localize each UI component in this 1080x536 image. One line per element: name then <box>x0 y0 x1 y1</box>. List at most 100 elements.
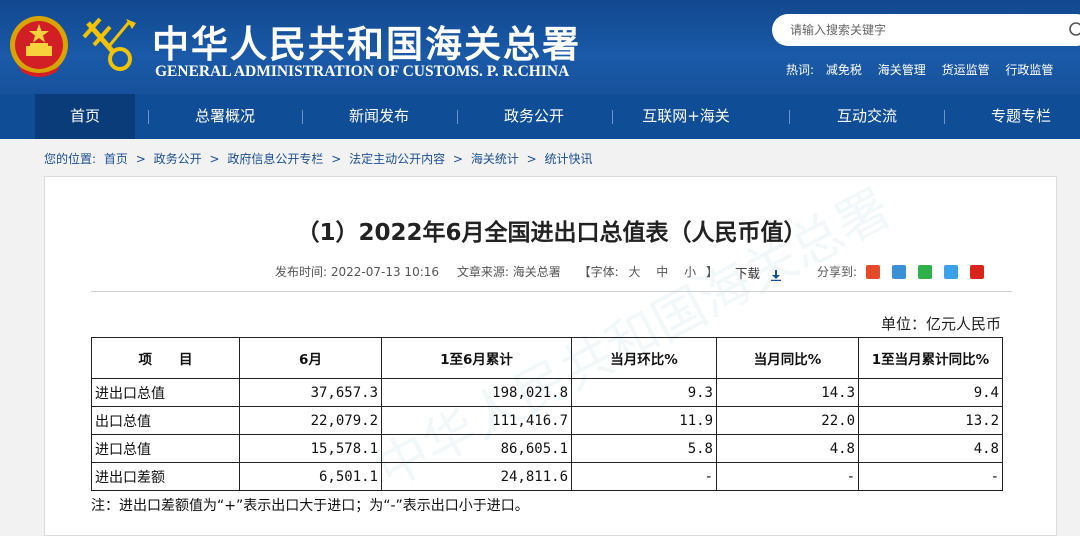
pdf-share-icon[interactable] <box>970 265 985 279</box>
table-cell: 111,416.7 <box>381 406 572 435</box>
nav-separator <box>302 110 303 124</box>
nav-separator <box>148 110 149 124</box>
site-header: 中华人民共和国海关总署 GENERAL ADMINISTRATION OF CU… <box>0 0 1080 94</box>
font-size-small[interactable]: 小 <box>684 265 696 279</box>
source-label: 文章来源: <box>456 265 509 279</box>
column-header: 当月同比% <box>716 337 859 379</box>
nav-separator <box>457 110 458 124</box>
table-row: 出口总值 22,079.2 111,416.7 11.9 22.0 13.2 <box>91 406 1003 435</box>
nav-separator <box>612 110 613 124</box>
nav-separator <box>789 110 790 124</box>
search-box <box>772 14 1080 46</box>
renren-share-icon[interactable] <box>944 265 959 279</box>
table-cell: - <box>716 462 859 491</box>
font-size-label: 【字体: <box>578 265 619 279</box>
nav-item-topics[interactable]: 专题专栏 <box>971 94 1071 139</box>
publish-time: 2022-07-13 10:16 <box>330 265 440 279</box>
main-nav: 首页 总署概况 新闻发布 政务公开 互联网+海关 互动交流 专题专栏 <box>0 94 1080 139</box>
breadcrumb-separator: > <box>209 152 220 166</box>
nav-item-interaction[interactable]: 互动交流 <box>817 94 917 139</box>
breadcrumb-item[interactable]: 政务公开 <box>154 152 202 166</box>
table-cell: 9.3 <box>571 378 717 407</box>
column-header: 项 目 <box>91 337 240 379</box>
customs-logo-icon <box>82 17 136 71</box>
table-cell: 37,657.3 <box>239 378 382 407</box>
breadcrumb-separator: > <box>526 152 537 166</box>
row-label: 进口总值 <box>91 434 240 463</box>
breadcrumb-separator: > <box>331 152 342 166</box>
table-cell: 22.0 <box>716 406 859 435</box>
column-header: 1至6月累计 <box>381 337 572 379</box>
download-button[interactable]: 下载 <box>735 263 782 282</box>
row-label: 出口总值 <box>91 406 240 435</box>
breadcrumb-item[interactable]: 首页 <box>104 152 128 166</box>
table-cell: 24,811.6 <box>381 462 572 491</box>
article-meta: 发布时间: 2022-07-13 10:16 文章来源: 海关总署 【字体: 大… <box>275 263 730 280</box>
font-size-control: 【字体: 大 中 小 】 <box>579 265 718 279</box>
hotword-link[interactable]: 海关管理 <box>878 63 926 77</box>
table-cell: 22,079.2 <box>239 406 382 435</box>
search-input[interactable] <box>790 21 1050 39</box>
qzone-share-icon[interactable] <box>892 265 907 279</box>
table-cell: 4.8 <box>716 434 859 463</box>
share-icons <box>866 264 991 283</box>
breadcrumb-item[interactable]: 法定主动公开内容 <box>349 152 445 166</box>
weibo-share-icon[interactable] <box>866 265 880 279</box>
wechat-share-icon[interactable] <box>918 265 933 279</box>
hotwords: 热词: 减免税 海关管理 货运监管 行政监管 <box>786 61 1065 78</box>
table-cell: 5.8 <box>571 434 717 463</box>
font-size-close: 】 <box>705 265 718 279</box>
nav-item-news[interactable]: 新闻发布 <box>329 94 429 139</box>
download-label: 下载 <box>735 266 761 281</box>
table-cell: 86,605.1 <box>381 434 572 463</box>
table-row: 进口总值 15,578.1 86,605.1 5.8 4.8 4.8 <box>91 434 1003 463</box>
column-header: 当月环比% <box>571 337 717 379</box>
breadcrumb-item[interactable]: 政府信息公开专栏 <box>227 152 323 166</box>
hotword-link[interactable]: 减免税 <box>826 63 862 77</box>
breadcrumb-separator: > <box>135 152 146 166</box>
hotword-link[interactable]: 行政监管 <box>1005 63 1053 77</box>
table-cell: 14.3 <box>716 378 859 407</box>
table-cell: 9.4 <box>858 378 1003 407</box>
breadcrumb-item[interactable]: 海关统计 <box>471 152 519 166</box>
table-row: 进出口差额 6,501.1 24,811.6 - - - <box>91 462 1003 491</box>
publish-label: 发布时间: <box>275 265 328 279</box>
nav-item-home[interactable]: 首页 <box>35 94 135 139</box>
row-label: 进出口总值 <box>91 378 240 407</box>
breadcrumb-item[interactable]: 统计快讯 <box>545 152 593 166</box>
table-cell: 6,501.1 <box>239 462 382 491</box>
table-cell: 11.9 <box>571 406 717 435</box>
trade-value-table: 项 目 6月 1至6月累计 当月环比% 当月同比% 1至当月累计同比% 进出口总… <box>91 337 1003 491</box>
font-size-medium[interactable]: 中 <box>656 265 668 279</box>
download-arrow-icon <box>771 269 781 281</box>
table-row: 进出口总值 37,657.3 198,021.8 9.3 14.3 9.4 <box>91 378 1003 407</box>
site-title-en: GENERAL ADMINISTRATION OF CUSTOMS. P. R.… <box>155 63 570 80</box>
national-emblem-icon <box>10 16 68 77</box>
table-cell: 4.8 <box>858 434 1003 463</box>
breadcrumb-separator: > <box>452 152 463 166</box>
row-label: 进出口差额 <box>91 462 240 491</box>
breadcrumb-prefix: 您的位置: <box>44 152 97 166</box>
site-title-cn: 中华人民共和国海关总署 <box>152 22 581 66</box>
article-panel: 中华人民共和国海关总署 （1）2022年6月全国进出口总值表（人民币值） 发布时… <box>44 176 1057 536</box>
divider <box>91 291 1012 292</box>
hotwords-label: 热词: <box>786 63 815 77</box>
unit-label: 单位：亿元人民币 <box>880 315 1001 333</box>
column-header: 1至当月累计同比% <box>858 337 1003 379</box>
table-cell: 15,578.1 <box>239 434 382 463</box>
table-cell: - <box>571 462 717 491</box>
column-header: 6月 <box>239 337 382 379</box>
nav-item-gov-affairs[interactable]: 政务公开 <box>484 94 584 139</box>
table-cell: - <box>858 462 1003 491</box>
nav-separator <box>944 110 945 124</box>
table-header-row: 项 目 6月 1至6月累计 当月环比% 当月同比% 1至当月累计同比% <box>91 337 1003 379</box>
article-title: （1）2022年6月全国进出口总值表（人民币值） <box>296 220 807 246</box>
nav-item-internet-customs[interactable]: 互联网+海关 <box>636 94 736 139</box>
search-icon[interactable] <box>1067 20 1080 40</box>
share-label: 分享到: <box>817 265 858 279</box>
nav-item-overview[interactable]: 总署概况 <box>175 94 275 139</box>
font-size-large[interactable]: 大 <box>628 265 640 279</box>
hotword-link[interactable]: 货运监管 <box>942 63 990 77</box>
breadcrumb: 您的位置: 首页 > 政务公开 > 政府信息公开专栏 > 法定主动公开内容 > … <box>44 150 597 167</box>
table-note: 注：进出口差额值为“+”表示出口大于进口；为“-”表示出口小于进口。 <box>91 498 529 514</box>
